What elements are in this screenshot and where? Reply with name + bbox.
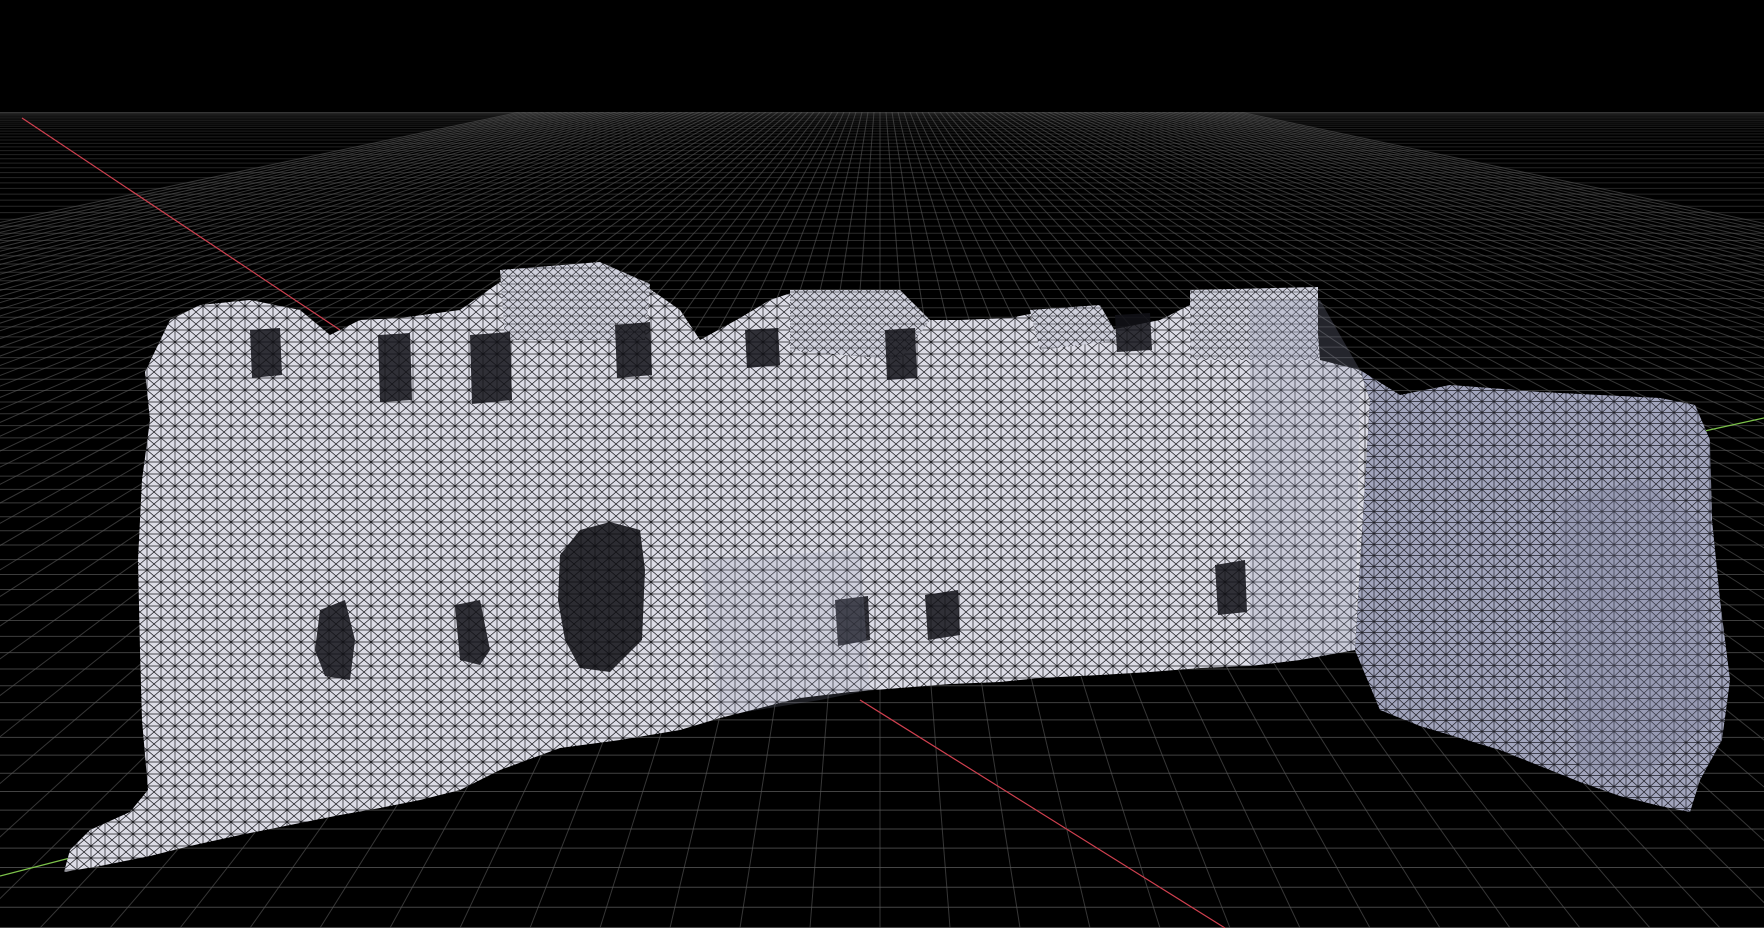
mesh-shadow [1250, 300, 1360, 666]
viewport-canvas[interactable] [0, 0, 1764, 928]
window-opening [925, 590, 960, 640]
mesh-shadow [700, 550, 870, 716]
window-opening [1215, 560, 1247, 615]
3d-viewport[interactable] [0, 0, 1764, 928]
embrasure-opening [615, 322, 652, 378]
embrasure-opening [745, 328, 780, 368]
embrasure-opening [378, 333, 412, 402]
embrasure-opening [885, 328, 917, 380]
embrasure-opening [470, 332, 512, 404]
mesh-shadow [1560, 480, 1710, 770]
viewport-header-band [0, 0, 1764, 112]
embrasure-opening [1115, 313, 1152, 352]
x-axis-line-front [859, 699, 1226, 928]
mesh-model[interactable] [64, 262, 1730, 872]
y-axis-line-left [0, 857, 71, 877]
y-axis-line [1699, 417, 1764, 433]
arched-doorway-opening [558, 522, 645, 672]
embrasure-opening [250, 328, 282, 378]
